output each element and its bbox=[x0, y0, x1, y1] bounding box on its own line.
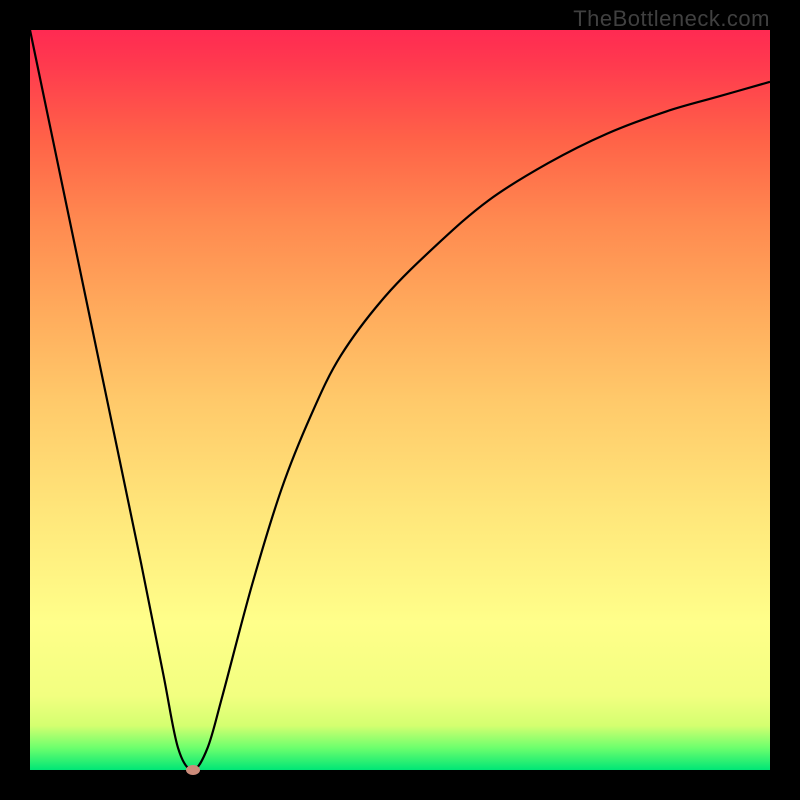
curve-svg bbox=[30, 30, 770, 770]
plot-area bbox=[30, 30, 770, 770]
bottleneck-curve bbox=[30, 30, 770, 770]
marker-dot bbox=[186, 765, 200, 775]
watermark-text: TheBottleneck.com bbox=[573, 6, 770, 32]
